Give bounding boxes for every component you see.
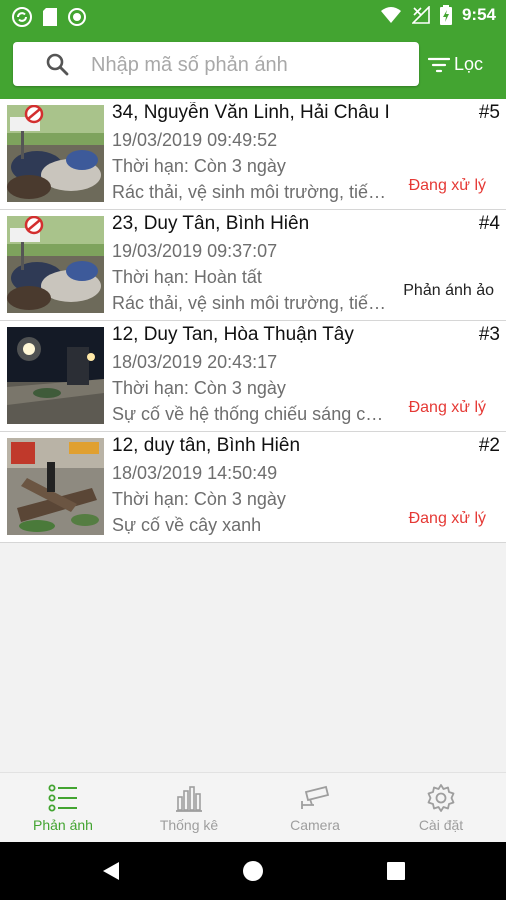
report-thumbnail xyxy=(7,438,104,535)
system-navigation-bar xyxy=(0,842,506,900)
report-list: 34, Nguyễn Văn Linh, Hải Châu I #5 19/03… xyxy=(0,99,506,543)
tab-statistics[interactable]: Thống kê xyxy=(126,773,252,843)
report-deadline: Thời hạn: Còn 3 ngày xyxy=(112,378,286,398)
report-thumbnail xyxy=(7,105,104,202)
tab-camera[interactable]: Camera xyxy=(252,773,378,843)
back-icon[interactable] xyxy=(100,860,122,882)
list-icon xyxy=(48,784,77,812)
status-badge: Đang xử lý xyxy=(408,177,486,194)
no-signal-icon xyxy=(411,6,430,24)
search-input[interactable] xyxy=(89,48,413,82)
app-header: Lọc xyxy=(0,32,506,99)
report-category: Rác thải, vệ sinh môi trường, tiếng ồn xyxy=(112,182,387,202)
sd-card-icon xyxy=(43,8,57,26)
report-deadline: Thời hạn: Còn 3 ngày xyxy=(112,156,286,176)
gear-icon xyxy=(427,784,455,812)
report-item[interactable]: 12, duy tân, Bình Hiên #2 18/03/2019 14:… xyxy=(0,432,506,543)
report-category: Sự cố về hệ thống chiếu sáng công cộng xyxy=(112,404,387,424)
report-item[interactable]: 12, Duy Tan, Hòa Thuận Tây #3 18/03/2019… xyxy=(0,321,506,432)
home-icon[interactable] xyxy=(242,860,264,882)
report-address: 12, duy tân, Bình Hiên xyxy=(112,435,301,456)
report-number: #3 xyxy=(478,324,500,345)
report-deadline: Thời hạn: Còn 3 ngày xyxy=(112,489,286,509)
report-thumbnail xyxy=(7,327,104,424)
search-box[interactable] xyxy=(13,42,419,86)
report-address: 12, Duy Tan, Hòa Thuận Tây xyxy=(112,324,354,345)
report-number: #2 xyxy=(478,435,500,456)
filter-label: Lọc xyxy=(454,54,484,74)
report-timestamp: 19/03/2019 09:49:52 xyxy=(112,130,278,150)
status-badge: Đang xử lý xyxy=(408,510,486,527)
sync-app-icon xyxy=(12,7,32,27)
tab-label: Phản ánh xyxy=(33,817,93,833)
report-timestamp: 18/03/2019 14:50:49 xyxy=(112,463,278,483)
clock: 9:54 xyxy=(461,5,496,24)
recents-icon[interactable] xyxy=(386,861,406,881)
report-item[interactable]: 34, Nguyễn Văn Linh, Hải Châu I #5 19/03… xyxy=(0,99,506,210)
filter-icon xyxy=(428,57,450,72)
report-category: Rác thải, vệ sinh môi trường, tiếng ồn xyxy=(112,293,387,313)
cctv-camera-icon xyxy=(301,785,330,809)
status-bar: 9:54 xyxy=(0,0,506,32)
search-icon[interactable] xyxy=(45,52,69,76)
bottom-navigation: Phản ánh Thống kê Camera Cài đặt xyxy=(0,772,506,843)
report-item[interactable]: 23, Duy Tân, Bình Hiên #4 19/03/2019 09:… xyxy=(0,210,506,321)
tab-label: Camera xyxy=(290,817,340,833)
wifi-icon xyxy=(380,7,401,23)
report-number: #4 xyxy=(478,213,500,234)
record-icon xyxy=(68,8,86,26)
report-category: Sự cố về cây xanh xyxy=(112,515,262,535)
battery-charging-icon xyxy=(439,5,452,25)
report-timestamp: 18/03/2019 20:43:17 xyxy=(112,352,278,372)
filter-button[interactable]: Lọc xyxy=(428,54,483,75)
report-deadline: Thời hạn: Hoàn tất xyxy=(112,267,262,287)
report-timestamp: 19/03/2019 09:37:07 xyxy=(112,241,278,261)
system-status: 9:54 xyxy=(380,5,496,25)
status-badge: Đang xử lý xyxy=(408,399,486,416)
report-number: #5 xyxy=(478,102,500,123)
status-badge: Phản ánh ảo xyxy=(403,282,494,299)
notification-icons xyxy=(12,7,86,27)
report-thumbnail xyxy=(7,216,104,313)
tab-settings[interactable]: Cài đặt xyxy=(378,773,504,843)
bar-chart-icon xyxy=(176,786,202,812)
tab-reports[interactable]: Phản ánh xyxy=(0,773,126,843)
report-address: 34, Nguyễn Văn Linh, Hải Châu I xyxy=(112,102,390,123)
tab-label: Cài đặt xyxy=(418,817,464,833)
report-address: 23, Duy Tân, Bình Hiên xyxy=(112,213,310,234)
tab-label: Thống kê xyxy=(159,817,219,833)
